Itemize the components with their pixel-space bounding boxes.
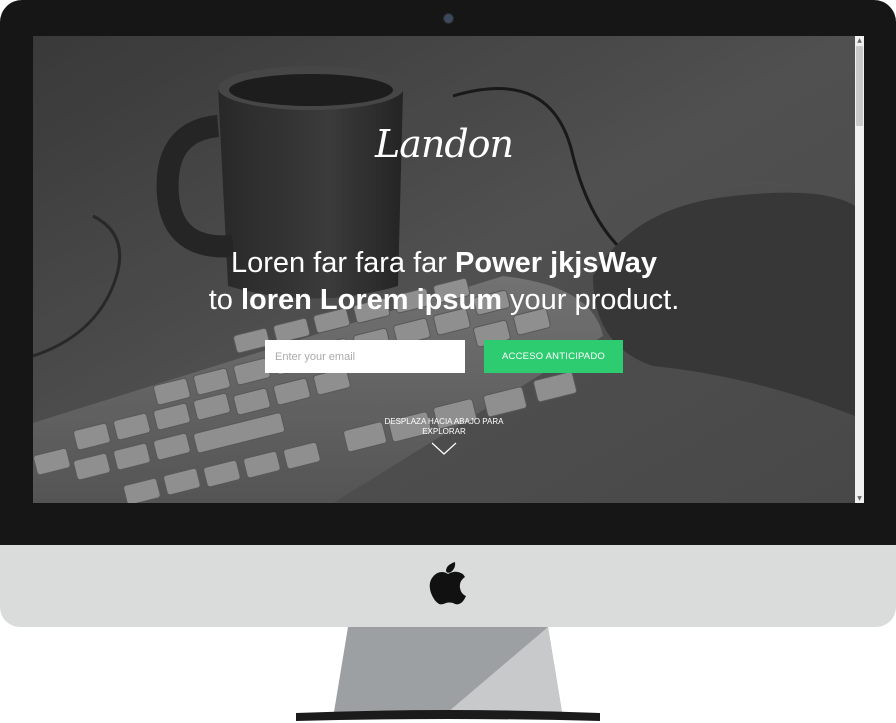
headline-line2-text: to [208, 284, 241, 317]
scroll-down-arrow-icon[interactable]: ▼ [855, 494, 864, 503]
monitor-bezel: Landon Loren far fara far Power jkjsWay … [0, 0, 896, 545]
scroll-up-arrow-icon[interactable]: ▲ [855, 36, 864, 45]
monitor-stand [296, 627, 600, 721]
scrollbar-thumb[interactable] [856, 46, 863, 126]
early-access-button[interactable]: ACCESO ANTICIPADO [484, 340, 623, 373]
headline-line1-text: Loren far fara far [230, 247, 456, 280]
browser-viewport: Landon Loren far fara far Power jkjsWay … [33, 36, 864, 503]
scroll-hint-line2: EXPLORAR [422, 427, 466, 436]
headline-line2-tail: your product. [501, 284, 680, 317]
email-input[interactable] [265, 340, 465, 373]
apple-logo-icon [429, 562, 466, 605]
webcam-icon [444, 14, 453, 23]
imac-mockup: Landon Loren far fara far Power jkjsWay … [0, 0, 896, 723]
vertical-scrollbar[interactable]: ▲ ▼ [855, 36, 864, 503]
headline-line2-bold: loren Lorem ipsum [240, 284, 502, 317]
scroll-hint-line1: DESPLAZA HACIA ABAJO PARA [384, 417, 504, 426]
hero-headline: Loren far fara far Power jkjsWay to lore… [33, 245, 855, 319]
scroll-hint[interactable]: DESPLAZA HACIA ABAJO PARA EXPLORAR [373, 417, 515, 437]
chevron-down-icon[interactable] [431, 442, 457, 456]
headline-line1-bold: Power jkjsWay [455, 247, 658, 280]
brand-logo[interactable]: Landon [33, 122, 855, 166]
